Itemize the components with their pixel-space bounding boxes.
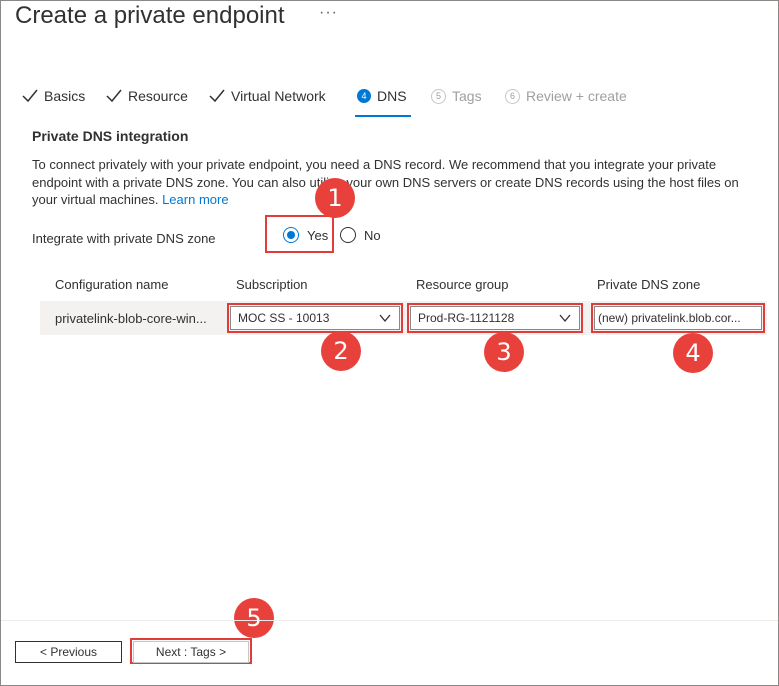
annotation-badge-3: 3 [484, 332, 524, 372]
step-number-badge: 4 [357, 89, 371, 103]
tab-label: Basics [44, 88, 86, 104]
tab-label: Virtual Network [231, 88, 326, 104]
section-description: To connect privately with your private e… [32, 156, 762, 209]
previous-button[interactable]: < Previous [15, 641, 122, 663]
annotation-badge-4: 4 [673, 333, 713, 373]
highlight-box-yes [265, 215, 334, 253]
radio-no[interactable]: No [340, 227, 381, 243]
tab-basics[interactable]: Basics [22, 88, 85, 104]
integrate-dns-label: Integrate with private DNS zone [32, 231, 216, 246]
configuration-name-cell: privatelink-blob-core-win... [55, 311, 207, 326]
checkmark-icon [22, 89, 38, 103]
annotation-badge-2: 2 [321, 331, 361, 371]
annotation-badge-1: 1 [315, 178, 355, 218]
tab-tags[interactable]: 5 Tags [431, 88, 482, 104]
tab-label: Tags [452, 88, 482, 104]
highlight-box-resource-group [407, 303, 583, 333]
radio-no-label: No [364, 227, 381, 243]
column-header-dns-zone: Private DNS zone [597, 277, 701, 292]
tab-virtual-network[interactable]: Virtual Network [209, 88, 326, 104]
radio-unselected-icon [340, 227, 356, 243]
footer-divider [1, 620, 778, 621]
learn-more-link[interactable]: Learn more [162, 192, 228, 207]
column-header-configuration: Configuration name [55, 277, 169, 292]
active-tab-indicator [355, 115, 411, 117]
checkmark-icon [106, 89, 122, 103]
description-text: To connect privately with your private e… [32, 157, 739, 207]
highlight-box-subscription [227, 303, 403, 333]
step-number-badge: 6 [505, 88, 520, 104]
tab-label: Review + create [526, 88, 627, 104]
page-title: Create a private endpoint [15, 2, 285, 29]
tab-dns[interactable]: 4 DNS [357, 88, 407, 104]
highlight-box-dns-zone [591, 303, 765, 333]
annotation-badge-5: 5 [234, 598, 274, 638]
next-tags-button[interactable]: Next : Tags > [133, 641, 249, 663]
column-header-subscription: Subscription [236, 277, 308, 292]
tab-label: DNS [377, 88, 407, 104]
tab-label: Resource [128, 88, 188, 104]
tab-resource[interactable]: Resource [106, 88, 188, 104]
column-header-resource-group: Resource group [416, 277, 509, 292]
section-title: Private DNS integration [32, 128, 189, 144]
more-options-icon[interactable]: ··· [319, 4, 338, 22]
step-number-badge: 5 [431, 88, 446, 104]
tab-review-create[interactable]: 6 Review + create [505, 88, 627, 104]
checkmark-icon [209, 89, 225, 103]
